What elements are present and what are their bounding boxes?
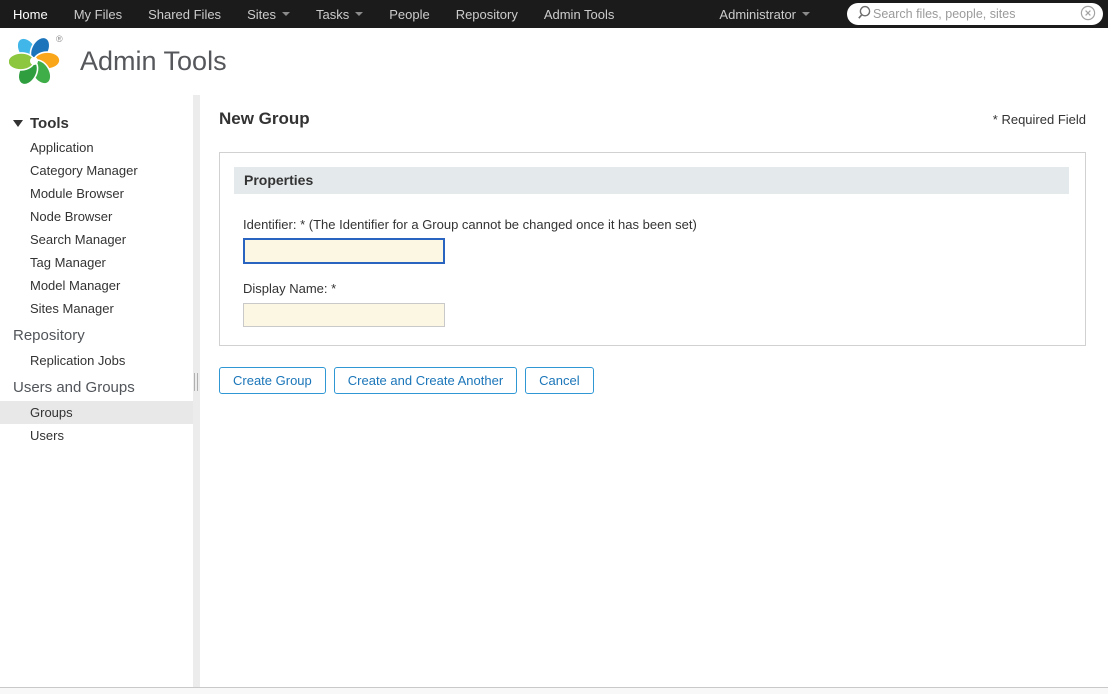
- collapse-triangle-icon: [13, 120, 23, 127]
- clear-search-icon[interactable]: [1080, 5, 1096, 24]
- sidebar-section-users-and-groups: Users and Groups: [13, 379, 135, 396]
- nav-my-files[interactable]: My Files: [61, 0, 135, 28]
- create-and-create-another-button[interactable]: Create and Create Another: [333, 367, 518, 394]
- nav-admin-tools-label: Admin Tools: [543, 6, 615, 22]
- sidebar-section-tools[interactable]: Tools: [0, 112, 193, 136]
- content-region: Tools Application Category Manager Modul…: [0, 95, 1108, 687]
- cancel-button[interactable]: Cancel: [525, 367, 594, 394]
- nav-people[interactable]: People: [376, 0, 442, 28]
- nav-shared-files-label: Shared Files: [148, 6, 222, 22]
- tools-sidebar: Tools Application Category Manager Modul…: [0, 95, 193, 687]
- alfresco-logo: ®: [7, 32, 65, 91]
- nav-sites[interactable]: Sites: [234, 0, 303, 28]
- sidebar-item-search-manager[interactable]: Search Manager: [0, 228, 193, 251]
- user-menu-label: Administrator: [719, 6, 796, 22]
- nav-home[interactable]: Home: [0, 0, 61, 28]
- sidebar-item-model-manager[interactable]: Model Manager: [0, 274, 193, 297]
- sidebar-item-groups[interactable]: Groups: [0, 401, 193, 424]
- display-name-input[interactable]: [243, 303, 445, 327]
- nav-shared-files[interactable]: Shared Files: [135, 0, 234, 28]
- sidebar-item-application[interactable]: Application: [0, 136, 193, 159]
- search-input[interactable]: [873, 7, 1080, 21]
- search-box[interactable]: [847, 3, 1103, 25]
- properties-panel-header: Properties: [234, 167, 1069, 194]
- sidebar-item-tag-manager[interactable]: Tag Manager: [0, 251, 193, 274]
- caret-down-icon: [355, 12, 364, 16]
- sidebar-item-users[interactable]: Users: [0, 424, 193, 447]
- display-name-label: Display Name: *: [243, 281, 337, 296]
- sidebar-item-replication-jobs[interactable]: Replication Jobs: [0, 349, 193, 372]
- nav-my-files-label: My Files: [73, 6, 123, 22]
- sidebar-item-node-browser[interactable]: Node Browser: [0, 205, 193, 228]
- page-header-title: Admin Tools: [80, 46, 227, 76]
- caret-down-icon: [281, 12, 290, 16]
- required-field-note: * Required Field: [992, 112, 1086, 127]
- footer-divider: [0, 687, 1108, 694]
- properties-panel: Properties Identifier: * (The Identifier…: [219, 152, 1086, 346]
- sidebar-item-module-browser[interactable]: Module Browser: [0, 182, 193, 205]
- nav-repository-label: Repository: [455, 6, 518, 22]
- sidebar-resize-splitter[interactable]: [193, 95, 200, 687]
- top-navigation-bar: Home My Files Shared Files Sites Tasks P…: [0, 0, 1108, 28]
- splitter-grip-icon: [194, 373, 198, 392]
- nav-tasks-label: Tasks: [315, 6, 350, 22]
- topbar-right: Administrator: [706, 0, 1108, 28]
- sidebar-section-repository: Repository: [13, 327, 85, 344]
- main-content: New Group * Required Field Properties Id…: [200, 95, 1108, 687]
- registered-mark: ®: [56, 34, 63, 44]
- nav-repository[interactable]: Repository: [443, 0, 531, 28]
- identifier-label: Identifier: * (The Identifier for a Grou…: [243, 217, 697, 232]
- form-buttons: Create Group Create and Create Another C…: [219, 367, 1086, 394]
- sidebar-item-sites-manager[interactable]: Sites Manager: [0, 297, 193, 320]
- primary-nav: Home My Files Shared Files Sites Tasks P…: [0, 0, 627, 28]
- title-row: New Group * Required Field: [219, 109, 1086, 129]
- nav-home-label: Home: [13, 6, 48, 22]
- identifier-input[interactable]: [243, 238, 445, 264]
- nav-tasks[interactable]: Tasks: [303, 0, 376, 28]
- app-header: ® Admin Tools: [0, 28, 1108, 95]
- caret-down-icon: [802, 12, 810, 16]
- sidebar-item-category-manager[interactable]: Category Manager: [0, 159, 193, 182]
- nav-sites-label: Sites: [247, 6, 276, 22]
- user-menu[interactable]: Administrator: [706, 0, 823, 28]
- sidebar-tools-label: Tools: [30, 115, 69, 132]
- page-title: New Group: [219, 109, 310, 128]
- create-group-button[interactable]: Create Group: [219, 367, 326, 394]
- search-icon: [856, 4, 873, 24]
- nav-people-label: People: [389, 6, 430, 22]
- nav-admin-tools[interactable]: Admin Tools: [531, 0, 628, 28]
